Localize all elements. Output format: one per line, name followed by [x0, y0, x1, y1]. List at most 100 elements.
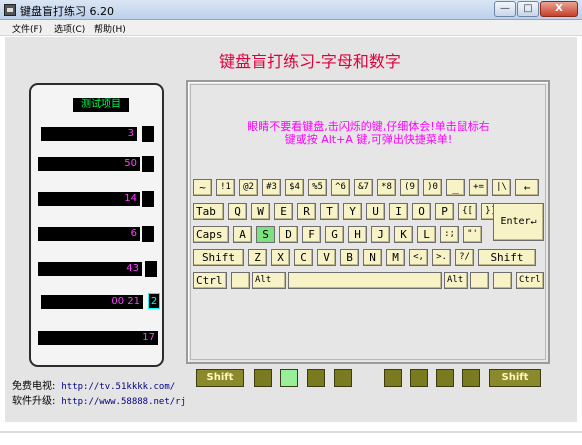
key-r5-blank[interactable]	[470, 272, 489, 289]
key-r2-o[interactable]: O	[412, 203, 431, 220]
stats-panel-title: 测试项目	[73, 98, 129, 112]
key-r1-8[interactable]: *8	[377, 179, 396, 196]
key-r3-h[interactable]: H	[348, 226, 367, 243]
maximize-button[interactable]: □	[517, 1, 539, 17]
finger-right-shift: Shift	[489, 369, 541, 387]
key-r1-9[interactable]: (9	[400, 179, 419, 196]
key-r5-alt[interactable]: Alt	[252, 272, 286, 289]
stat-value-2: 50	[38, 157, 140, 171]
menu-file[interactable]: 文件(F)	[12, 22, 42, 35]
key-r1-sym11[interactable]: _	[446, 179, 465, 196]
instructions: 眼睛不要看键盘,击闪烁的键,仔细体会!单击鼠标右 键或按 Alt+A 键,可弹出…	[196, 120, 541, 146]
menu-help[interactable]: 帮助(H)	[94, 22, 126, 35]
key-r2-tab[interactable]: Tab	[193, 203, 224, 220]
key-r4-sym10[interactable]: ?/	[455, 249, 474, 266]
finger-left-middle	[307, 369, 325, 387]
key-r4-v[interactable]: V	[317, 249, 336, 266]
key-r3-f[interactable]: F	[302, 226, 321, 243]
minimize-button[interactable]: —	[494, 1, 516, 17]
key-r4-shift[interactable]: Shift	[478, 249, 536, 266]
key-r5-blank[interactable]	[231, 272, 250, 289]
key-r4-sym8[interactable]: <,	[409, 249, 428, 266]
stat-value-4: 6	[38, 227, 140, 241]
key-r4-b[interactable]: B	[340, 249, 359, 266]
footer-free-tv: 免费电视: http://tv.51kkkk.com/	[12, 377, 175, 392]
key-r2-e[interactable]: E	[274, 203, 293, 220]
key-r2-u[interactable]: U	[366, 203, 385, 220]
key-r1-6[interactable]: ^6	[331, 179, 350, 196]
key-r1-4[interactable]: $4	[285, 179, 304, 196]
key-r5-blank[interactable]	[493, 272, 512, 289]
finger-left-pinky	[254, 369, 272, 387]
key-r5-alt[interactable]: Alt	[444, 272, 468, 289]
key-r3-enter[interactable]: Enter↵	[493, 203, 544, 241]
footer-upgrade-link[interactable]: http://www.58888.net/rj	[61, 397, 186, 407]
key-r2-r[interactable]: R	[297, 203, 316, 220]
instructions-line-1: 眼睛不要看键盘,击闪烁的键,仔细体会!单击鼠标右	[247, 120, 490, 133]
finger-left-ring	[280, 369, 298, 387]
stat-value-7: 17	[38, 331, 158, 345]
key-r2-w[interactable]: W	[251, 203, 270, 220]
key-r5-blank[interactable]	[288, 272, 442, 289]
window-title: 键盘盲打练习 6.20	[20, 5, 114, 18]
key-r5-ctrl[interactable]: Ctrl	[193, 272, 227, 289]
key-r4-sym9[interactable]: >.	[432, 249, 451, 266]
key-r1-3[interactable]: #3	[262, 179, 281, 196]
key-r1-sym14[interactable]: ←	[515, 179, 539, 196]
key-r2-sym11[interactable]: {[	[458, 203, 477, 220]
footer-free-label: 免费电视:	[12, 381, 56, 392]
key-r3-g[interactable]: G	[325, 226, 344, 243]
page-title: 键盘盲打练习-字母和数字	[219, 52, 401, 71]
app-icon	[4, 4, 16, 16]
key-r2-q[interactable]: Q	[228, 203, 247, 220]
key-r4-z[interactable]: Z	[248, 249, 267, 266]
finger-left-shift: Shift	[196, 369, 244, 387]
key-r3-j[interactable]: J	[371, 226, 390, 243]
stat-value-1: 3	[41, 127, 137, 141]
key-r1-1[interactable]: !1	[216, 179, 235, 196]
key-r4-shift[interactable]: Shift	[193, 249, 244, 266]
stat-box-1	[142, 126, 154, 142]
stat-box-6: 2	[148, 293, 160, 309]
key-r3-caps[interactable]: Caps	[193, 226, 229, 243]
key-r3-k[interactable]: K	[394, 226, 413, 243]
key-r2-y[interactable]: Y	[343, 203, 362, 220]
key-r4-m[interactable]: M	[386, 249, 405, 266]
key-r3-l[interactable]: L	[417, 226, 436, 243]
key-r4-n[interactable]: N	[363, 249, 382, 266]
title-bar[interactable]: 键盘盲打练习 6.20 — □ X	[0, 0, 582, 20]
key-r3-d[interactable]: D	[279, 226, 298, 243]
finger-right-ring	[436, 369, 454, 387]
stat-box-5	[145, 261, 157, 277]
finger-left-index	[334, 369, 352, 387]
key-r4-c[interactable]: C	[294, 249, 313, 266]
key-r1-2[interactable]: @2	[239, 179, 258, 196]
bottom-strip	[0, 422, 582, 445]
stat-value-5: 43	[38, 262, 142, 276]
finger-right-pinky	[462, 369, 480, 387]
key-r2-p[interactable]: P	[435, 203, 454, 220]
stat-box-4	[142, 226, 154, 242]
key-r1-sym0[interactable]: ~	[193, 179, 212, 196]
key-r1-sym13[interactable]: |\	[492, 179, 511, 196]
menu-options[interactable]: 选项(C)	[54, 22, 85, 35]
key-r3-a[interactable]: A	[233, 226, 252, 243]
key-r1-7[interactable]: &7	[354, 179, 373, 196]
close-button[interactable]: X	[540, 1, 578, 17]
footer-free-link[interactable]: http://tv.51kkkk.com/	[61, 382, 175, 392]
key-r1-0[interactable]: )0	[423, 179, 442, 196]
key-r1-sym12[interactable]: +=	[469, 179, 488, 196]
key-r3-s[interactable]: S	[256, 226, 275, 243]
key-r2-t[interactable]: T	[320, 203, 339, 220]
key-r1-5[interactable]: %5	[308, 179, 327, 196]
footer-upgrade-label: 软件升级:	[12, 396, 56, 407]
key-r3-sym10[interactable]: :;	[440, 226, 459, 243]
menu-bar: 文件(F) 选项(C) 帮助(H)	[0, 20, 582, 36]
footer-upgrade: 软件升级: http://www.58888.net/rj	[12, 392, 186, 407]
finger-right-index	[384, 369, 402, 387]
key-r3-sym11[interactable]: "'	[463, 226, 482, 243]
key-r2-i[interactable]: I	[389, 203, 408, 220]
key-r4-x[interactable]: X	[271, 249, 290, 266]
instructions-line-2: 键或按 Alt+A 键,可弹出快捷菜单!	[284, 133, 453, 146]
key-r5-ctrl[interactable]: Ctrl	[516, 272, 544, 289]
